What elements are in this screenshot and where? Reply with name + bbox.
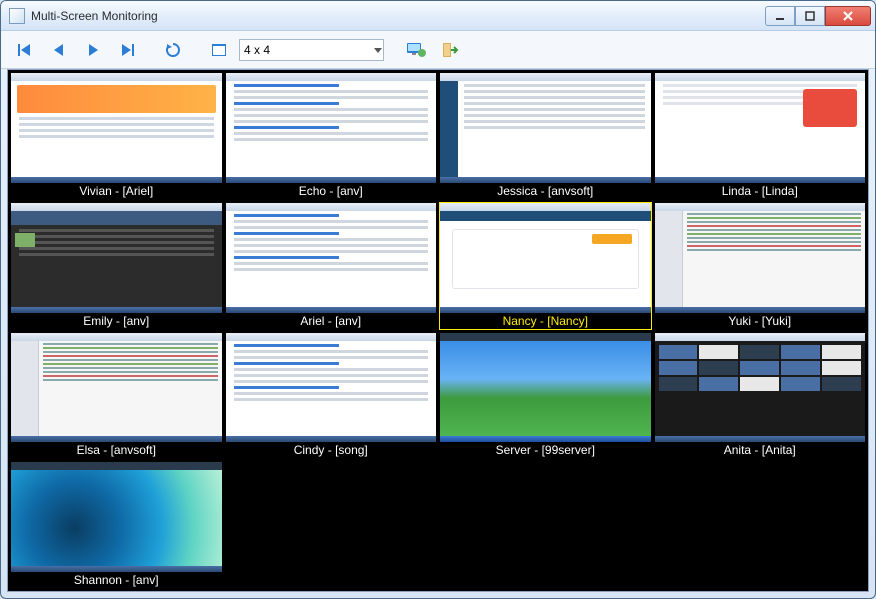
screen-cell[interactable]: Cindy - [song] — [225, 332, 438, 460]
app-icon — [9, 8, 25, 24]
screen-label: Cindy - [song] — [226, 442, 437, 458]
screen-label: Vivian - [Ariel] — [11, 183, 222, 199]
screen-cell[interactable]: Linda - [Linda] — [654, 72, 867, 200]
last-button[interactable] — [113, 36, 141, 64]
screen-thumbnail[interactable] — [655, 333, 866, 443]
screen-thumbnail[interactable] — [655, 462, 866, 572]
screen-label: Server - [99server] — [440, 442, 651, 458]
screen-cell[interactable]: Anita - [Anita] — [654, 332, 867, 460]
minimize-button[interactable] — [765, 6, 795, 26]
screen-grid: Vivian - [Ariel]Echo - [anv]Jessica - [a… — [7, 69, 869, 592]
exit-button[interactable] — [436, 36, 464, 64]
screen-label: Nancy - [Nancy] — [440, 313, 651, 329]
screen-thumbnail[interactable] — [11, 462, 222, 572]
screen-label — [226, 572, 437, 588]
screen-thumbnail[interactable] — [440, 203, 651, 313]
screen-cell[interactable]: Server - [99server] — [439, 332, 652, 460]
screen-cell[interactable]: Echo - [anv] — [225, 72, 438, 200]
screen-thumbnail[interactable] — [226, 333, 437, 443]
refresh-button[interactable] — [159, 36, 187, 64]
next-button[interactable] — [79, 36, 107, 64]
toolbar — [1, 31, 875, 69]
screen-cell[interactable] — [439, 461, 652, 589]
screen-cell[interactable]: Nancy - [Nancy] — [439, 202, 652, 330]
maximize-icon — [805, 11, 815, 21]
screen-thumbnail[interactable] — [226, 462, 437, 572]
fullscreen-button[interactable] — [205, 36, 233, 64]
minimize-icon — [775, 11, 785, 21]
window-title: Multi-Screen Monitoring — [31, 9, 765, 23]
skip-last-icon — [117, 40, 137, 60]
screen-cell[interactable] — [225, 461, 438, 589]
titlebar[interactable]: Multi-Screen Monitoring — [1, 1, 875, 31]
exit-icon — [440, 40, 460, 60]
screen-label — [655, 572, 866, 588]
screen-label — [440, 572, 651, 588]
screen-cell[interactable]: Emily - [anv] — [10, 202, 223, 330]
screen-label: Ariel - [anv] — [226, 313, 437, 329]
screen-cell[interactable]: Shannon - [anv] — [10, 461, 223, 589]
screen-thumbnail[interactable] — [11, 333, 222, 443]
screen-cell[interactable]: Yuki - [Yuki] — [654, 202, 867, 330]
screen-thumbnail[interactable] — [440, 462, 651, 572]
fullscreen-icon — [209, 40, 229, 60]
screen-cell[interactable] — [654, 461, 867, 589]
screen-label: Elsa - [anvsoft] — [11, 442, 222, 458]
monitor-icon — [405, 40, 427, 60]
window-controls — [765, 6, 871, 26]
screen-label: Emily - [anv] — [11, 313, 222, 329]
maximize-button[interactable] — [795, 6, 825, 26]
screen-thumbnail[interactable] — [11, 203, 222, 313]
first-button[interactable] — [11, 36, 39, 64]
screen-label: Echo - [anv] — [226, 183, 437, 199]
screen-thumbnail[interactable] — [11, 73, 222, 183]
next-icon — [83, 40, 103, 60]
screen-label: Yuki - [Yuki] — [655, 313, 866, 329]
screen-thumbnail[interactable] — [440, 73, 651, 183]
screen-thumbnail[interactable] — [226, 73, 437, 183]
screen-label: Jessica - [anvsoft] — [440, 183, 651, 199]
screen-label: Linda - [Linda] — [655, 183, 866, 199]
screen-cell[interactable]: Ariel - [anv] — [225, 202, 438, 330]
prev-icon — [49, 40, 69, 60]
screen-thumbnail[interactable] — [655, 73, 866, 183]
screen-cell[interactable]: Jessica - [anvsoft] — [439, 72, 652, 200]
app-window: Multi-Screen Monitoring — [0, 0, 876, 599]
skip-first-icon — [15, 40, 35, 60]
screen-thumbnail[interactable] — [226, 203, 437, 313]
prev-button[interactable] — [45, 36, 73, 64]
close-icon — [842, 10, 854, 22]
screen-label: Anita - [Anita] — [655, 442, 866, 458]
grid-layout-select[interactable] — [239, 39, 384, 61]
screen-thumbnail[interactable] — [655, 203, 866, 313]
screen-label: Shannon - [anv] — [11, 572, 222, 588]
refresh-icon — [163, 40, 183, 60]
monitor-button[interactable] — [402, 36, 430, 64]
screen-cell[interactable]: Elsa - [anvsoft] — [10, 332, 223, 460]
screen-cell[interactable]: Vivian - [Ariel] — [10, 72, 223, 200]
close-button[interactable] — [825, 6, 871, 26]
screen-thumbnail[interactable] — [440, 333, 651, 443]
